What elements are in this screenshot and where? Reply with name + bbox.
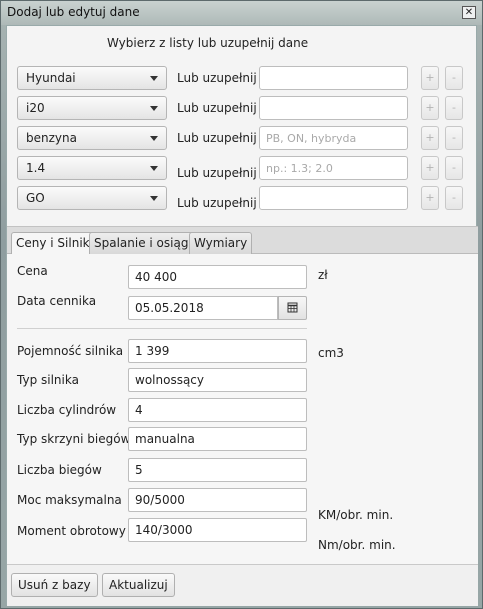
- cylinders-label: Liczba cylindrów: [17, 403, 117, 417]
- engine-capacity-unit: cm3: [318, 346, 344, 360]
- price-date-label: Data cennika: [17, 294, 97, 308]
- model-input[interactable]: [259, 96, 408, 120]
- delete-from-db-button[interactable]: Usuń z bazy: [11, 573, 98, 597]
- trim-input[interactable]: [259, 186, 408, 210]
- chevron-down-icon: [150, 106, 158, 111]
- gears-count-field[interactable]: 5: [128, 458, 307, 482]
- engine-type-field[interactable]: wolnossący: [128, 368, 307, 392]
- make-input[interactable]: [259, 66, 408, 90]
- chevron-down-icon: [150, 76, 158, 81]
- gearbox-type-field[interactable]: manualna: [128, 427, 307, 451]
- add-button[interactable]: +: [421, 186, 439, 210]
- make-combobox[interactable]: Hyundai: [17, 66, 167, 90]
- tab-bar: Ceny i Silnik Spalanie i osiągi Wymiary: [7, 226, 478, 256]
- engine-input[interactable]: [259, 156, 408, 180]
- torque-label: Moment obrotowy: [17, 524, 126, 538]
- or-fill-label: Lub uzupełnij: [177, 101, 257, 115]
- remove-button[interactable]: -: [445, 186, 463, 210]
- instruction-label: Wybierz z listy lub uzupełnij dane: [107, 36, 309, 50]
- gearbox-type-label: Typ skrzyni biegów: [17, 432, 131, 446]
- section-divider: [17, 328, 307, 329]
- engine-capacity-label: Pojemność silnika: [17, 344, 124, 358]
- close-icon: ✕: [464, 7, 474, 18]
- row-engine: 1.4 Lub uzupełnij + -: [7, 156, 478, 182]
- gears-count-label: Liczba biegów: [17, 463, 102, 477]
- tab-prices-engine[interactable]: Ceny i Silnik: [11, 232, 95, 256]
- remove-button[interactable]: -: [445, 126, 463, 150]
- engine-combobox[interactable]: 1.4: [17, 156, 167, 180]
- fuel-combobox-value: benzyna: [26, 131, 77, 145]
- remove-button[interactable]: -: [445, 66, 463, 90]
- date-picker-button[interactable]: [278, 296, 307, 320]
- engine-type-label: Typ silnika: [17, 373, 79, 387]
- max-power-field[interactable]: 90/5000: [128, 488, 307, 512]
- torque-field[interactable]: 140/3000: [128, 518, 307, 542]
- dialog-footer: Usuń z bazy Aktualizuj: [7, 564, 478, 606]
- model-combobox-value: i20: [26, 101, 45, 115]
- or-fill-label: Lub uzupełnij: [177, 71, 257, 85]
- remove-button[interactable]: -: [445, 156, 463, 180]
- row-make: Hyundai Lub uzupełnij + -: [7, 66, 478, 92]
- window-title: Dodaj lub edytuj dane: [7, 5, 140, 19]
- dialog-window: Dodaj lub edytuj dane ✕ Wybierz z listy …: [0, 0, 483, 609]
- add-button[interactable]: +: [421, 66, 439, 90]
- trim-combobox-value: GO: [26, 191, 45, 205]
- close-button[interactable]: ✕: [462, 6, 476, 19]
- chevron-down-icon: [150, 136, 158, 141]
- fuel-combobox[interactable]: benzyna: [17, 126, 167, 150]
- make-combobox-value: Hyundai: [26, 71, 76, 85]
- dialog-body: Wybierz z listy lub uzupełnij dane Hyund…: [6, 25, 478, 606]
- update-button[interactable]: Aktualizuj: [102, 573, 175, 597]
- or-fill-label: Lub uzupełnij: [177, 131, 257, 145]
- row-fuel: benzyna Lub uzupełnij + -: [7, 126, 478, 152]
- remove-button[interactable]: -: [445, 96, 463, 120]
- trim-combobox[interactable]: GO: [17, 186, 167, 210]
- add-button[interactable]: +: [421, 126, 439, 150]
- row-trim: GO Lub uzupełnij + -: [7, 186, 478, 212]
- tab-fuel-performance[interactable]: Spalanie i osiągi: [89, 232, 197, 255]
- title-bar: Dodaj lub edytuj dane ✕: [1, 1, 482, 25]
- price-label: Cena: [17, 264, 48, 278]
- row-model: i20 Lub uzupełnij + -: [7, 96, 478, 122]
- engine-capacity-field[interactable]: 1 399: [128, 339, 307, 363]
- torque-unit: Nm/obr. min.: [318, 538, 396, 552]
- or-fill-label: Lub uzupełnij: [177, 196, 257, 210]
- or-fill-label: Lub uzupełnij: [177, 166, 257, 180]
- price-unit: zł: [318, 268, 328, 282]
- tab-dimensions[interactable]: Wymiary: [189, 232, 253, 255]
- chevron-down-icon: [150, 166, 158, 171]
- model-combobox[interactable]: i20: [17, 96, 167, 120]
- add-button[interactable]: +: [421, 156, 439, 180]
- chevron-down-icon: [150, 196, 158, 201]
- add-button[interactable]: +: [421, 96, 439, 120]
- engine-combobox-value: 1.4: [26, 161, 46, 175]
- max-power-unit: KM/obr. min.: [318, 508, 394, 522]
- calendar-icon: [287, 302, 298, 313]
- max-power-label: Moc maksymalna: [17, 493, 122, 507]
- tab-panel-prices-engine: Cena 40 400 zł Data cennika 05.05.2018 P…: [7, 254, 478, 569]
- cylinders-field[interactable]: 4: [128, 398, 307, 422]
- price-field[interactable]: 40 400: [128, 265, 307, 289]
- price-date-field[interactable]: 05.05.2018: [128, 296, 278, 320]
- fuel-input[interactable]: [259, 126, 408, 150]
